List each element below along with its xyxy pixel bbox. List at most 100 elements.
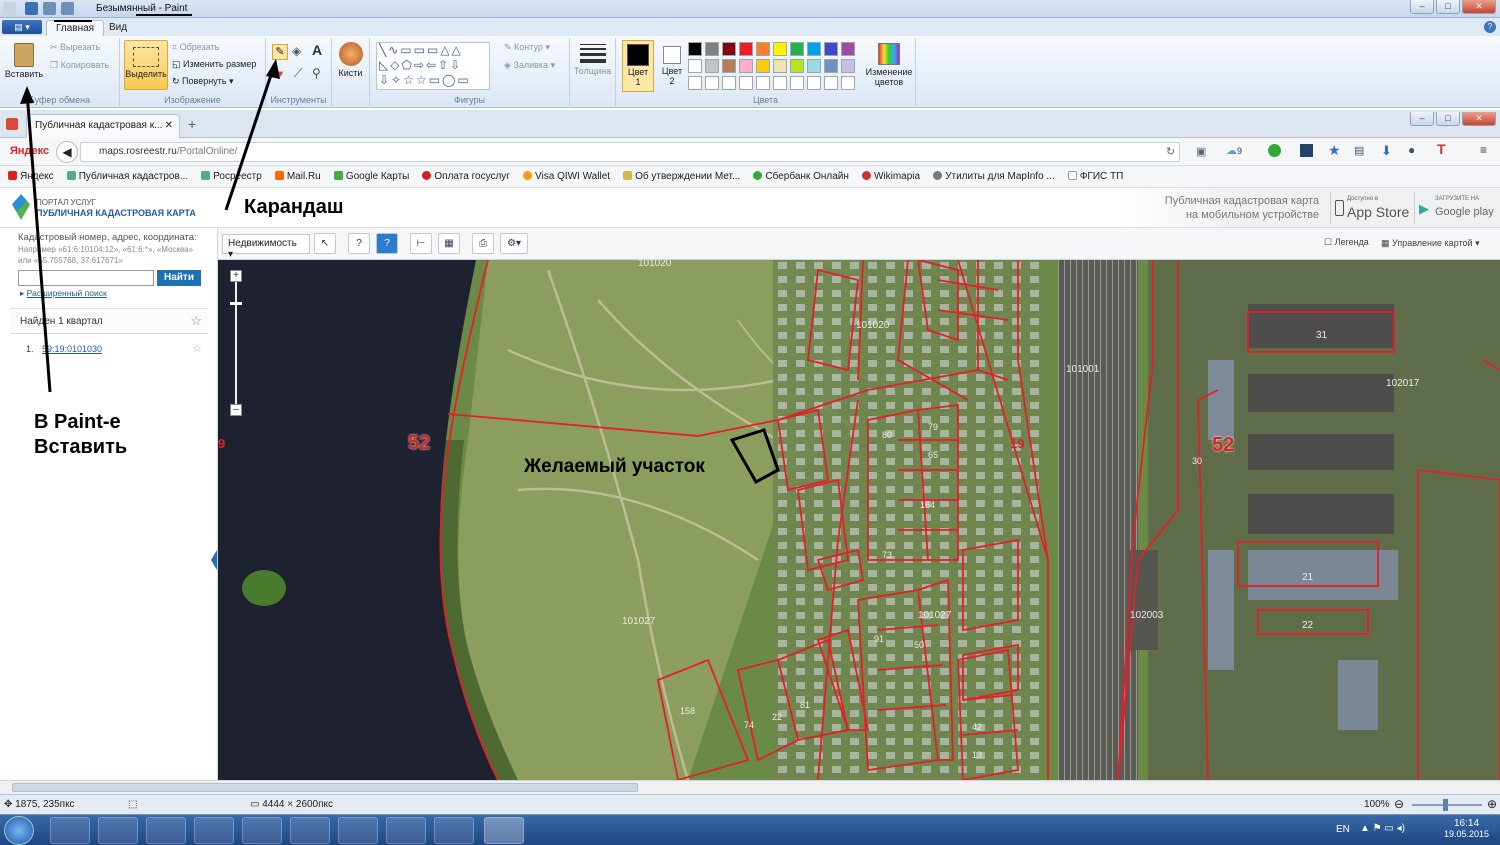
info-tool-icon[interactable]: ? [376, 233, 398, 254]
palette-swatch[interactable] [739, 42, 753, 56]
copy-button[interactable]: ❐ Копировать [50, 60, 109, 71]
help-icon[interactable]: ? [1484, 21, 1496, 33]
legend-toggle[interactable]: ☐ Легенда [1324, 237, 1369, 248]
palette-swatch[interactable] [705, 42, 719, 56]
yandex-logo[interactable]: Яндекс [10, 145, 49, 157]
bookmark-item[interactable]: Росреестр [201, 171, 262, 182]
zoom-slider-handle[interactable] [230, 302, 242, 305]
palette-empty-swatch[interactable] [705, 76, 719, 90]
palette-swatch[interactable] [841, 59, 855, 73]
palette-swatch[interactable] [722, 59, 736, 73]
paint-taskbar-icon[interactable] [484, 817, 524, 844]
tool-icon[interactable] [194, 817, 234, 844]
redo-icon[interactable] [61, 2, 74, 15]
palette-swatch[interactable] [688, 42, 702, 56]
bookmark-item[interactable]: Wikimapia [861, 171, 920, 182]
file-menu-button[interactable]: ▤ ▾ [2, 20, 42, 34]
portal-logo-icon[interactable] [12, 194, 30, 220]
browser-maximize-button[interactable]: □ [1436, 112, 1460, 126]
palette-empty-swatch[interactable] [739, 76, 753, 90]
browser-menu-icon[interactable] [6, 118, 18, 130]
calculator-icon[interactable] [242, 817, 282, 844]
select-button[interactable]: Выделить [124, 40, 168, 90]
ie-icon[interactable] [50, 817, 90, 844]
acrobat-icon[interactable] [434, 817, 474, 844]
tab-view[interactable]: Вид [100, 20, 136, 36]
tab-close-icon[interactable]: ✕ [165, 120, 173, 131]
menu-icon[interactable]: ≡ [1480, 143, 1487, 157]
layers-tool-icon[interactable]: ▦ [438, 233, 460, 254]
thickness-button[interactable]: Толщина [570, 38, 616, 106]
reload-icon[interactable]: ↻ [1166, 145, 1175, 158]
cloud-icon[interactable]: ☁9 [1226, 144, 1242, 157]
tools-dropdown-icon[interactable]: ⚙▾ [500, 233, 528, 254]
fill-tool-icon[interactable]: ◈ [292, 44, 301, 58]
measure-tool-icon[interactable]: ⊢ [410, 233, 432, 254]
palette-swatch[interactable] [773, 59, 787, 73]
undo-icon[interactable] [43, 2, 56, 15]
back-button[interactable]: ◀ [56, 141, 78, 163]
pencil-tool-icon[interactable]: ✎ [272, 44, 288, 60]
pointer-tool-icon[interactable]: ↖ [314, 233, 336, 254]
googleplay-button[interactable]: ▶ ЗАГРУЗИТЕ НА Google play [1414, 192, 1500, 224]
bookmark-item[interactable]: Утилиты для MapInfo ... [933, 171, 1055, 182]
palette-swatch[interactable] [807, 59, 821, 73]
palette-empty-swatch[interactable] [790, 76, 804, 90]
paste-button[interactable]: Вставить [4, 40, 44, 90]
palette-empty-swatch[interactable] [807, 76, 821, 90]
advanced-search-link[interactable]: ▸ Расширенный поиск [20, 288, 107, 299]
language-indicator[interactable]: EN [1336, 824, 1350, 835]
bookmark-item[interactable]: Visa QIWI Wallet [523, 171, 610, 182]
zoom-out-icon[interactable]: ⊖ [1394, 797, 1404, 811]
browser-minimize-button[interactable]: – [1410, 112, 1434, 126]
palette-empty-swatch[interactable] [824, 76, 838, 90]
tray-icons[interactable]: ▲ ⚑ ▭ ◂) [1360, 823, 1405, 834]
screen-icon[interactable]: ▣ [1196, 145, 1206, 158]
realty-dropdown[interactable]: Недвижимость ▾ [222, 234, 310, 260]
palette-empty-swatch[interactable] [773, 76, 787, 90]
palette-swatch[interactable] [824, 59, 838, 73]
mail-icon[interactable] [338, 817, 378, 844]
scroll-thumb[interactable] [12, 783, 638, 792]
palette-swatch[interactable] [790, 59, 804, 73]
palette-swatch[interactable] [756, 59, 770, 73]
palette-swatch[interactable] [688, 59, 702, 73]
chat-icon[interactable]: ● [1408, 143, 1415, 157]
search-input[interactable] [18, 270, 154, 286]
palette-swatch[interactable] [756, 42, 770, 56]
zoom-in-icon[interactable]: ⊕ [1487, 797, 1497, 811]
result-star-icon[interactable]: ☆ [192, 342, 202, 355]
browser-tab[interactable]: Публичная кадастровая к... ✕ [26, 114, 180, 138]
palette-swatch[interactable] [841, 42, 855, 56]
close-button[interactable]: ✕ [1462, 0, 1496, 14]
palette-swatch[interactable] [705, 59, 719, 73]
bookmarks-icon[interactable]: ▤ [1354, 144, 1364, 157]
crop-button[interactable]: ⌗ Обрезать [172, 42, 219, 53]
edit-colors-button[interactable]: Изменение цветов [864, 40, 914, 87]
appstore-button[interactable]: Доступно в App Store [1330, 192, 1412, 224]
brushes-button[interactable]: Кисти [332, 38, 370, 106]
palette-swatch[interactable] [790, 42, 804, 56]
result-link[interactable]: 59:19:0101030 [42, 344, 102, 354]
bookmark-item[interactable]: Об утверждении Мет... [623, 171, 740, 182]
url-input[interactable]: maps.rosreestr.ru/PortalOnline/ [80, 142, 1180, 162]
skype-icon[interactable] [386, 817, 426, 844]
palette-swatch[interactable] [773, 42, 787, 56]
palette-swatch[interactable] [824, 42, 838, 56]
t-icon[interactable]: T [1437, 141, 1446, 157]
star-icon[interactable]: ★ [1328, 142, 1341, 159]
palette-empty-swatch[interactable] [841, 76, 855, 90]
new-tab-button[interactable]: + [188, 116, 196, 132]
cut-button[interactable]: ✂ Вырезать [50, 42, 100, 53]
manage-map-dropdown[interactable]: ▦ Управление картой ▾ [1378, 235, 1496, 253]
shapes-gallery[interactable]: ╲∿▭▭▭△△ ◺◇⬠⇨⇦⇧⇩ ⇩✧☆☆▭◯▭ [376, 42, 490, 90]
paint-app-icon[interactable] [3, 2, 16, 15]
bookmark-item[interactable]: Яндекс [8, 171, 54, 182]
firefox-icon[interactable] [290, 817, 330, 844]
magnifier-icon[interactable]: ⚲ [312, 66, 321, 80]
start-button[interactable] [4, 816, 34, 845]
eraser-tool-icon[interactable]: ▰ [274, 66, 283, 80]
cadastral-map[interactable]: + – 101020 101020 101001 102017 52 52 9 … [218, 260, 1500, 780]
search-button[interactable]: Найти [157, 270, 201, 286]
explorer-icon[interactable] [98, 817, 138, 844]
